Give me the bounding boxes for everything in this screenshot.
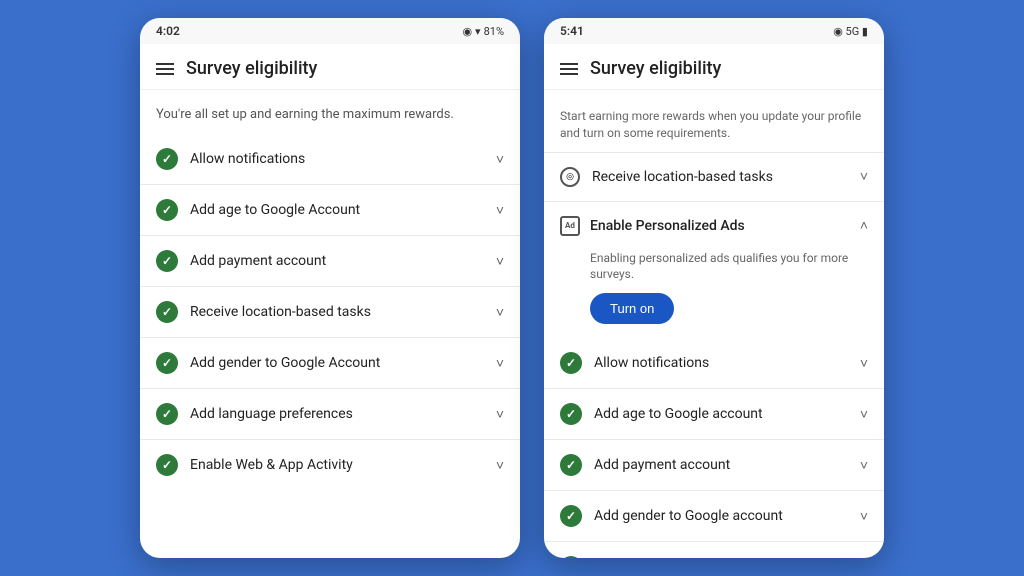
signal-icon: ◉ [462, 25, 472, 38]
turn-on-button[interactable]: Turn on [590, 293, 674, 324]
right-title: Survey eligibility [590, 58, 721, 79]
left-status-bar: 4:02 ◉ ▾ 81% [140, 18, 520, 44]
battery-icon: 81% [484, 25, 504, 38]
right-list-item[interactable]: Add language preferences ˅ [544, 541, 884, 558]
left-list: Allow notifications ˅ Add age to Google … [140, 134, 520, 490]
list-item[interactable]: Add language preferences ˅ [140, 388, 520, 439]
ad-icon: Ad [560, 216, 580, 236]
right-info-text: Start earning more rewards when you upda… [544, 100, 884, 152]
right-list-item[interactable]: Add age to Google account ˅ [544, 388, 884, 439]
right-content: Start earning more rewards when you upda… [544, 90, 884, 558]
check-icon-5 [156, 352, 178, 374]
left-subtitle: You're all set up and earning the maximu… [140, 100, 520, 134]
list-item[interactable]: Add age to Google Account ˅ [140, 184, 520, 235]
left-phone: 4:02 ◉ ▾ 81% Survey eligibility You're a… [140, 18, 520, 558]
item-text-6: Add language preferences [190, 406, 353, 422]
chevron-icon-6: ˅ [496, 406, 504, 423]
right-list: Allow notifications ˅ Add age to Google … [544, 338, 884, 558]
right-item-text-1: Allow notifications [594, 355, 709, 371]
left-title: Survey eligibility [186, 58, 317, 79]
check-icon-1 [156, 148, 178, 170]
chevron-icon-1: ˅ [496, 151, 504, 168]
check-icon-4 [156, 301, 178, 323]
personalized-ads-header[interactable]: Ad Enable Personalized Ads ˄ [544, 202, 884, 250]
right-check-2 [560, 403, 582, 425]
right-item-text-4: Add gender to Google account [594, 508, 783, 524]
personalized-ads-expanded: Ad Enable Personalized Ads ˄ Enabling pe… [544, 201, 884, 339]
right-status-bar: 5:41 ◉ 5G ▮ [544, 18, 884, 44]
right-chevron-2: ˅ [860, 406, 868, 423]
location-chevron: ˅ [860, 168, 868, 185]
item-text-4: Receive location-based tasks [190, 304, 371, 320]
right-chevron-1: ˅ [860, 355, 868, 372]
chevron-icon-4: ˅ [496, 304, 504, 321]
item-text-2: Add age to Google Account [190, 202, 360, 218]
right-check-3 [560, 454, 582, 476]
right-item-text-3: Add payment account [594, 457, 730, 473]
list-item[interactable]: Add payment account ˅ [140, 235, 520, 286]
chevron-icon-3: ˅ [496, 253, 504, 270]
list-item[interactable]: Enable Web & App Activity ˅ [140, 439, 520, 490]
chevron-icon-5: ˅ [496, 355, 504, 372]
right-item-text-2: Add age to Google account [594, 406, 763, 422]
wifi-icon: ▾ [475, 25, 481, 38]
location-icon: ◎ [560, 167, 580, 187]
item-text-3: Add payment account [190, 253, 326, 269]
chevron-icon-2: ˅ [496, 202, 504, 219]
right-chevron-3: ˅ [860, 457, 868, 474]
right-list-item[interactable]: Add payment account ˅ [544, 439, 884, 490]
right-menu-icon[interactable] [560, 63, 578, 75]
signal-icon-right: ◉ 5G ▮ [833, 25, 868, 38]
list-item[interactable]: Allow notifications ˅ [140, 134, 520, 184]
right-app-header: Survey eligibility [544, 44, 884, 90]
right-time: 5:41 [560, 24, 584, 38]
list-item[interactable]: Receive location-based tasks ˅ [140, 286, 520, 337]
left-app-header: Survey eligibility [140, 44, 520, 90]
right-list-item[interactable]: Allow notifications ˅ [544, 338, 884, 388]
location-item[interactable]: ◎ Receive location-based tasks ˅ [544, 152, 884, 201]
location-text: Receive location-based tasks [592, 169, 773, 185]
right-check-4 [560, 505, 582, 527]
item-text-7: Enable Web & App Activity [190, 457, 353, 473]
personalized-ads-body: Enabling personalized ads qualifies you … [544, 250, 884, 339]
check-icon-6 [156, 403, 178, 425]
right-check-5 [560, 556, 582, 558]
personalized-ads-chevron: ˄ [860, 217, 868, 234]
item-text-5: Add gender to Google Account [190, 355, 380, 371]
right-list-item[interactable]: Add gender to Google account ˅ [544, 490, 884, 541]
check-icon-7 [156, 454, 178, 476]
left-content: You're all set up and earning the maximu… [140, 90, 520, 500]
left-menu-icon[interactable] [156, 63, 174, 75]
right-chevron-4: ˅ [860, 508, 868, 525]
right-status-icons: ◉ 5G ▮ [833, 25, 868, 38]
check-icon-2 [156, 199, 178, 221]
right-check-1 [560, 352, 582, 374]
list-item[interactable]: Add gender to Google Account ˅ [140, 337, 520, 388]
left-time: 4:02 [156, 24, 180, 38]
chevron-icon-7: ˅ [496, 457, 504, 474]
right-phone: 5:41 ◉ 5G ▮ Survey eligibility Start ear… [544, 18, 884, 558]
check-icon-3 [156, 250, 178, 272]
personalized-ads-title: Enable Personalized Ads [590, 218, 745, 234]
left-status-icons: ◉ ▾ 81% [462, 25, 504, 38]
item-text-1: Allow notifications [190, 151, 305, 167]
personalized-ads-desc: Enabling personalized ads qualifies you … [590, 250, 868, 284]
